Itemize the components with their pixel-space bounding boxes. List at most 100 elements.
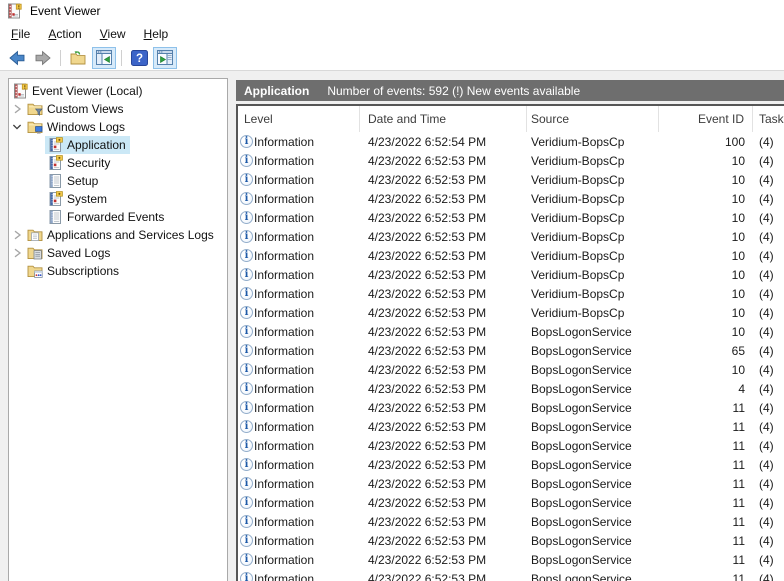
event-row[interactable]: iInformation 4/23/2022 6:52:53 PM Veridi… [238, 227, 784, 246]
event-row[interactable]: iInformation 4/23/2022 6:52:53 PM BopsLo… [238, 360, 784, 379]
cell-level: iInformation [238, 268, 360, 282]
event-viewer-window: Event Viewer File Action View Help ? Eve… [0, 0, 784, 581]
log-title: Application [244, 84, 309, 98]
chevron-icon [9, 263, 25, 279]
cell-level: iInformation [238, 458, 360, 472]
event-row[interactable]: iInformation 4/23/2022 6:52:53 PM BopsLo… [238, 398, 784, 417]
cell-task-category: (4) [753, 211, 784, 225]
event-row[interactable]: iInformation 4/23/2022 6:52:53 PM BopsLo… [238, 436, 784, 455]
cell-source: Veridium-BopsCp [527, 135, 659, 149]
information-icon: i [240, 382, 253, 395]
menu-item-file[interactable]: File [2, 24, 39, 44]
event-row[interactable]: iInformation 4/23/2022 6:52:53 PM Veridi… [238, 189, 784, 208]
chevron-icon[interactable] [9, 119, 25, 135]
chevron-icon[interactable] [9, 227, 25, 243]
event-row[interactable]: iInformation 4/23/2022 6:52:53 PM BopsLo… [238, 550, 784, 569]
column-header-event-id[interactable]: Event ID [659, 106, 753, 132]
cell-datetime: 4/23/2022 6:52:53 PM [360, 344, 527, 358]
cell-datetime: 4/23/2022 6:52:53 PM [360, 268, 527, 282]
event-row[interactable]: iInformation 4/23/2022 6:52:53 PM BopsLo… [238, 379, 784, 398]
event-row[interactable]: iInformation 4/23/2022 6:52:53 PM Veridi… [238, 265, 784, 284]
tree-item-subscriptions[interactable]: Subscriptions [9, 262, 227, 280]
cell-datetime: 4/23/2022 6:52:53 PM [360, 458, 527, 472]
help-icon: ? [131, 50, 148, 66]
cell-source: Veridium-BopsCp [527, 230, 659, 244]
column-header-task-category[interactable]: Task Category [753, 106, 784, 132]
folder-filter-icon [27, 101, 43, 117]
forward-button[interactable] [31, 47, 55, 69]
tree-item-saved-logs[interactable]: Saved Logs [9, 244, 227, 262]
tree-item-security[interactable]: Security [9, 154, 227, 172]
cell-task-category: (4) [753, 477, 784, 491]
event-row[interactable]: iInformation 4/23/2022 6:52:53 PM Veridi… [238, 170, 784, 189]
log-alert-icon [47, 137, 63, 153]
menu-item-action[interactable]: Action [39, 24, 90, 44]
event-row[interactable]: iInformation 4/23/2022 6:52:54 PM Veridi… [238, 132, 784, 151]
information-icon: i [240, 325, 253, 338]
tree-item-system[interactable]: System [9, 190, 227, 208]
console-tree-icon [96, 50, 112, 65]
information-icon: i [240, 534, 253, 547]
event-row[interactable]: iInformation 4/23/2022 6:52:53 PM Veridi… [238, 284, 784, 303]
column-header-source[interactable]: Source [527, 106, 659, 132]
cell-event-id: 10 [659, 287, 753, 301]
event-row[interactable]: iInformation 4/23/2022 6:52:53 PM BopsLo… [238, 569, 784, 581]
help-button[interactable]: ? [127, 47, 151, 69]
event-row[interactable]: iInformation 4/23/2022 6:52:53 PM BopsLo… [238, 493, 784, 512]
tree-item-event-viewer-local[interactable]: Event Viewer (Local) [9, 82, 227, 100]
cell-level: iInformation [238, 496, 360, 510]
chevron-icon[interactable] [9, 101, 25, 117]
tree-item-windows-logs[interactable]: Windows Logs [9, 118, 227, 136]
event-row[interactable]: iInformation 4/23/2022 6:52:53 PM Veridi… [238, 208, 784, 227]
cell-task-category: (4) [753, 192, 784, 206]
tree-item-forwarded-events[interactable]: Forwarded Events [9, 208, 227, 226]
cell-datetime: 4/23/2022 6:52:53 PM [360, 477, 527, 491]
cell-source: BopsLogonService [527, 496, 659, 510]
menu-item-view[interactable]: View [91, 24, 135, 44]
cell-task-category: (4) [753, 287, 784, 301]
action-pane-toggle-button[interactable] [153, 47, 177, 69]
chevron-icon[interactable] [9, 245, 25, 261]
cell-task-category: (4) [753, 154, 784, 168]
tree-item-custom-views[interactable]: Custom Views [9, 100, 227, 118]
back-button[interactable] [5, 47, 29, 69]
information-icon: i [240, 553, 253, 566]
tree-item-setup[interactable]: Setup [9, 172, 227, 190]
menu-item-help[interactable]: Help [135, 24, 178, 44]
event-row[interactable]: iInformation 4/23/2022 6:52:53 PM Veridi… [238, 303, 784, 322]
event-row[interactable]: iInformation 4/23/2022 6:52:53 PM Veridi… [238, 246, 784, 265]
column-header-level[interactable]: Level [238, 106, 360, 132]
cell-event-id: 11 [659, 439, 753, 453]
cell-level: iInformation [238, 553, 360, 567]
column-header-date-and-time[interactable]: Date and Time [360, 106, 527, 132]
cell-source: BopsLogonService [527, 439, 659, 453]
event-row[interactable]: iInformation 4/23/2022 6:52:53 PM BopsLo… [238, 417, 784, 436]
cell-event-id: 100 [659, 135, 753, 149]
cell-task-category: (4) [753, 325, 784, 339]
cell-source: Veridium-BopsCp [527, 173, 659, 187]
console-tree-panel: Event Viewer (Local) Custom Views Window… [8, 78, 228, 581]
event-row[interactable]: iInformation 4/23/2022 6:52:53 PM BopsLo… [238, 512, 784, 531]
cell-task-category: (4) [753, 458, 784, 472]
console-tree-toggle-button[interactable] [92, 47, 116, 69]
event-row[interactable]: iInformation 4/23/2022 6:52:53 PM BopsLo… [238, 531, 784, 550]
event-row[interactable]: iInformation 4/23/2022 6:52:53 PM Veridi… [238, 151, 784, 170]
cell-source: BopsLogonService [527, 572, 659, 581]
cell-datetime: 4/23/2022 6:52:53 PM [360, 154, 527, 168]
event-row[interactable]: iInformation 4/23/2022 6:52:53 PM BopsLo… [238, 322, 784, 341]
toolbar: ? [0, 45, 784, 71]
event-row[interactable]: iInformation 4/23/2022 6:52:53 PM BopsLo… [238, 474, 784, 493]
tree-item-applications-and-services-logs[interactable]: Applications and Services Logs [9, 226, 227, 244]
event-row[interactable]: iInformation 4/23/2022 6:52:53 PM BopsLo… [238, 455, 784, 474]
cell-datetime: 4/23/2022 6:52:53 PM [360, 439, 527, 453]
open-saved-log-button[interactable] [66, 47, 90, 69]
information-icon: i [240, 420, 253, 433]
information-icon: i [240, 154, 253, 167]
console-content: Event Viewer (Local) Custom Views Window… [0, 71, 784, 581]
tree-item-application[interactable]: Application [9, 136, 227, 154]
cell-event-id: 10 [659, 154, 753, 168]
cell-level: iInformation [238, 173, 360, 187]
cell-source: Veridium-BopsCp [527, 211, 659, 225]
cell-datetime: 4/23/2022 6:52:53 PM [360, 249, 527, 263]
event-row[interactable]: iInformation 4/23/2022 6:52:53 PM BopsLo… [238, 341, 784, 360]
